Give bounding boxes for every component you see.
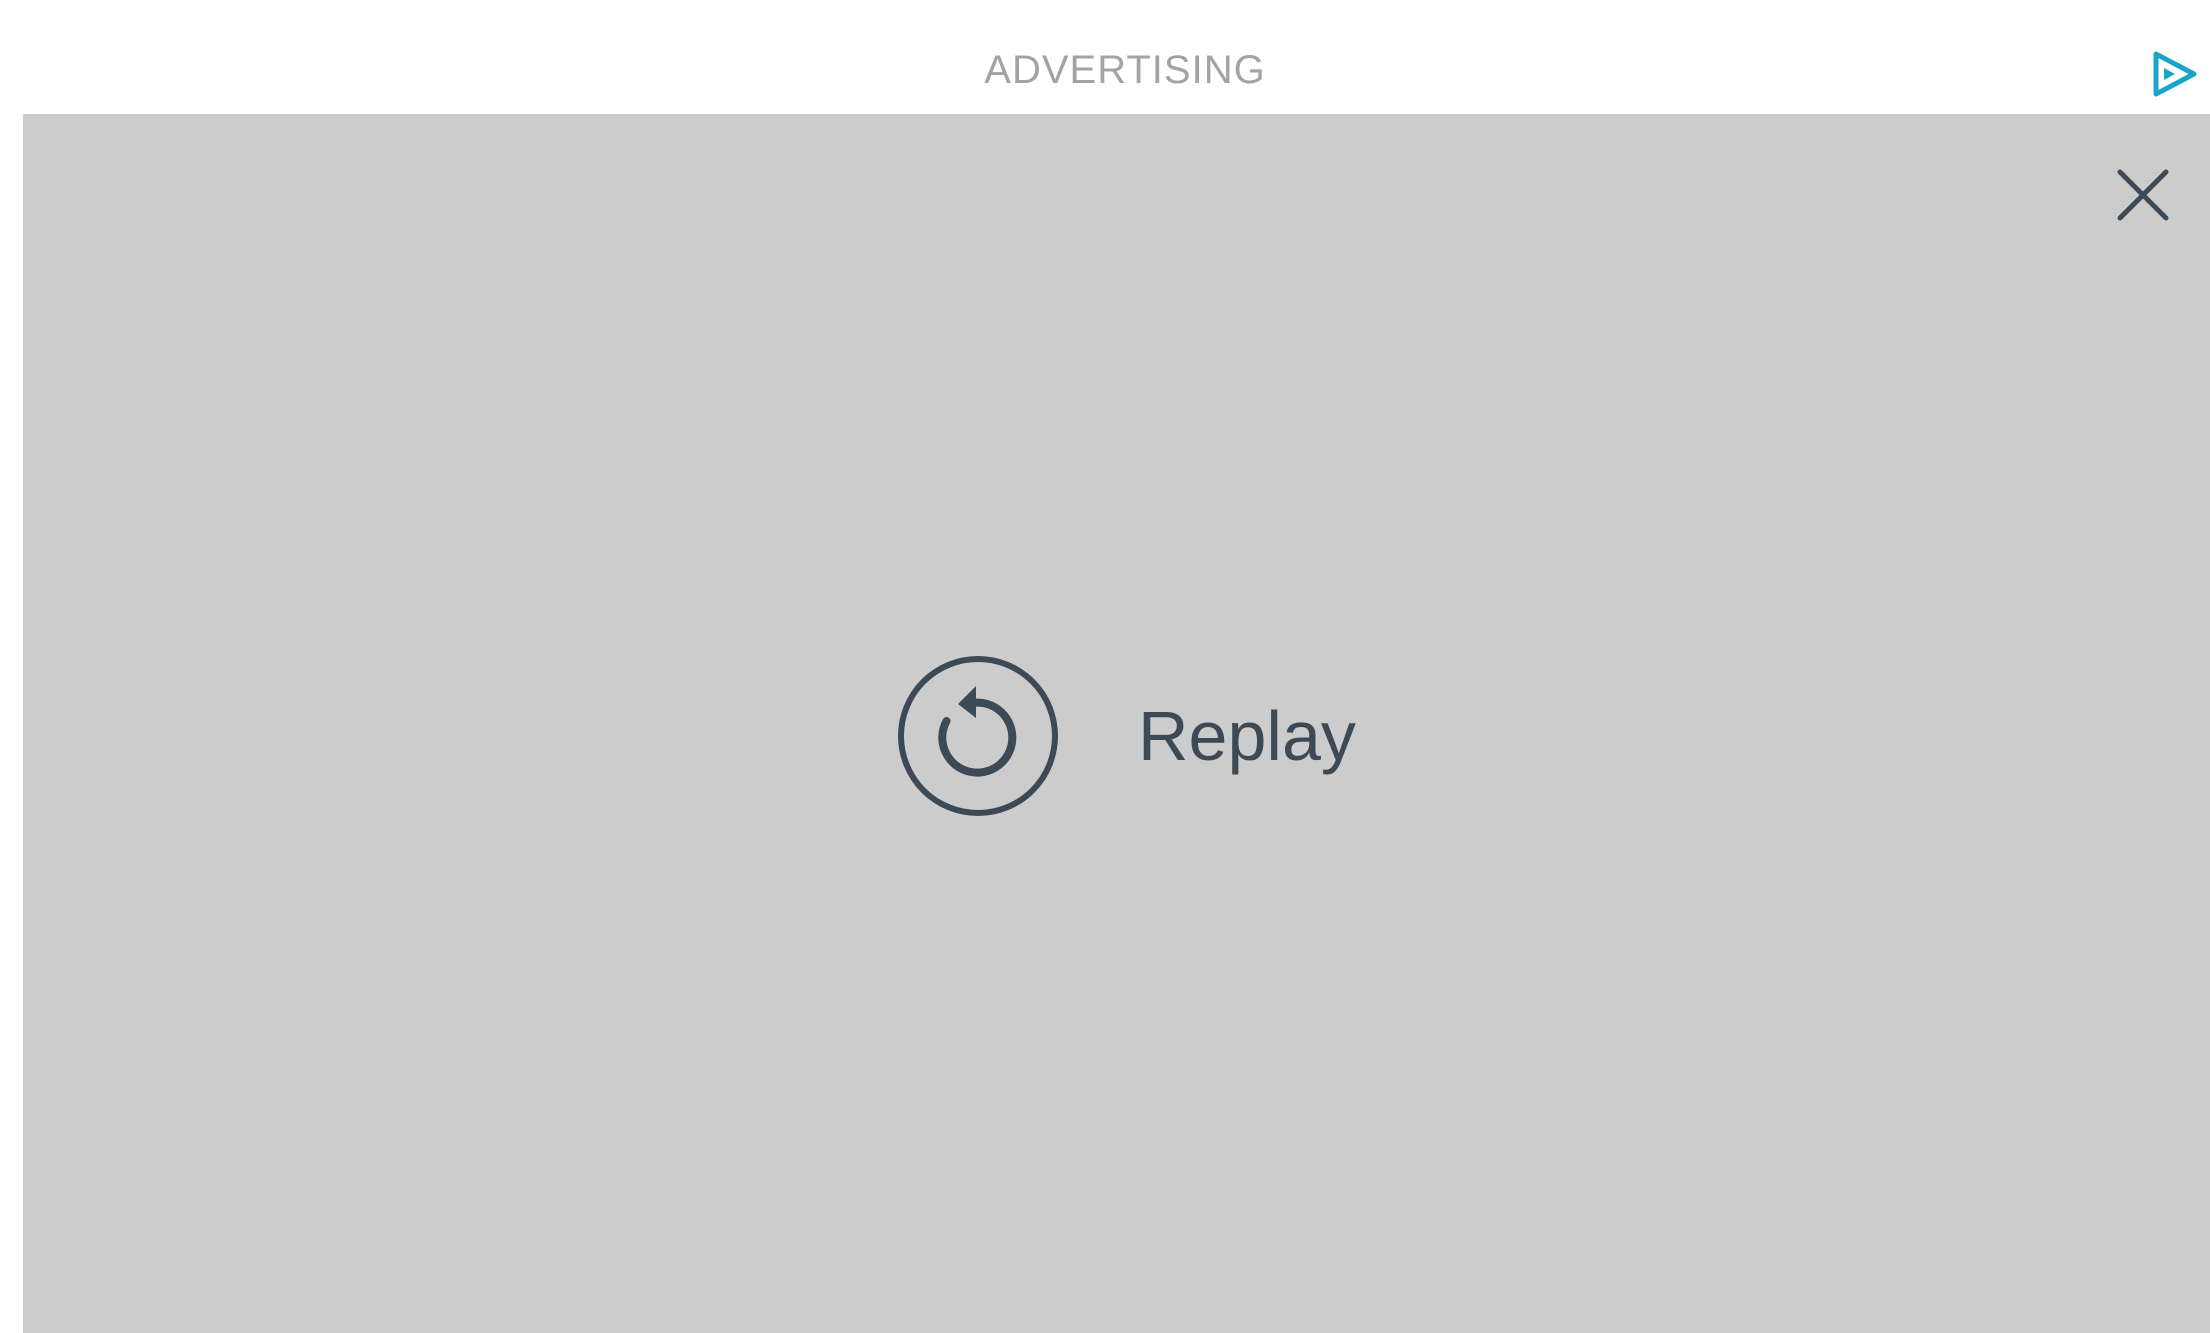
close-button[interactable] <box>2110 162 2176 228</box>
replay-icon <box>896 654 1060 818</box>
replay-button[interactable]: Replay <box>896 654 1356 818</box>
play-triangle-icon[interactable] <box>2148 48 2200 100</box>
ad-container: ADVERTISING Replay <box>0 0 2210 1333</box>
replay-label: Replay <box>1138 697 1356 775</box>
ad-header: ADVERTISING <box>0 0 2210 114</box>
advertising-label: ADVERTISING <box>984 48 1266 92</box>
close-icon <box>2117 169 2169 221</box>
